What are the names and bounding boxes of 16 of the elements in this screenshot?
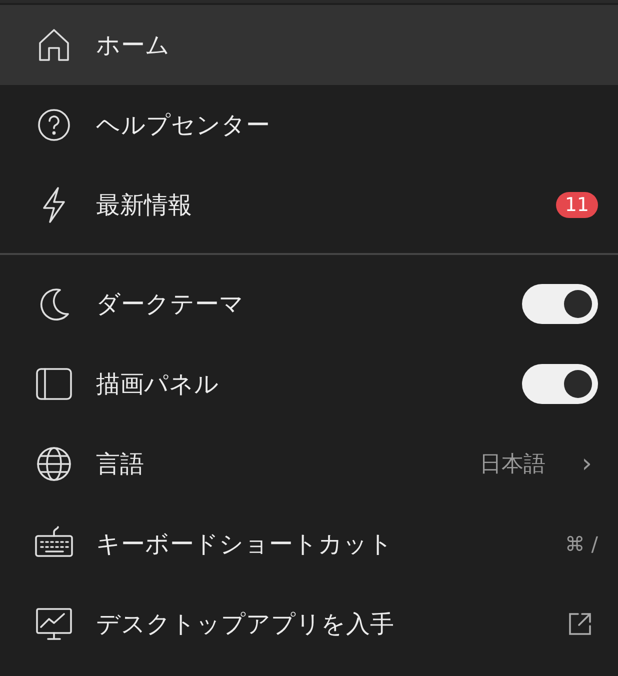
toggle-switch[interactable] [522, 284, 598, 324]
count-badge: 11 [556, 192, 598, 218]
menu-item[interactable]: ヘルプセンター [0, 85, 618, 165]
chevron-text: › [582, 449, 592, 479]
toggle-switch[interactable] [522, 364, 598, 404]
menu-item[interactable]: デスクトップアプリを入手 [0, 584, 618, 664]
menu-item[interactable]: ダークテーマ [0, 264, 618, 344]
menu-item[interactable]: 言語 日本語 › [0, 424, 618, 504]
shortcut-text: ⌘ / [564, 532, 598, 556]
menu-item[interactable]: キーボードショートカット ⌘ / [0, 504, 618, 584]
external-link-icon [566, 610, 594, 638]
menu-item[interactable]: 最新情報 11 [0, 165, 618, 245]
value-text: 日本語 [480, 451, 546, 479]
menu-item[interactable]: 描画パネル [0, 344, 618, 424]
globe-icon [34, 444, 74, 484]
menu-item[interactable]: ホーム [0, 5, 618, 85]
